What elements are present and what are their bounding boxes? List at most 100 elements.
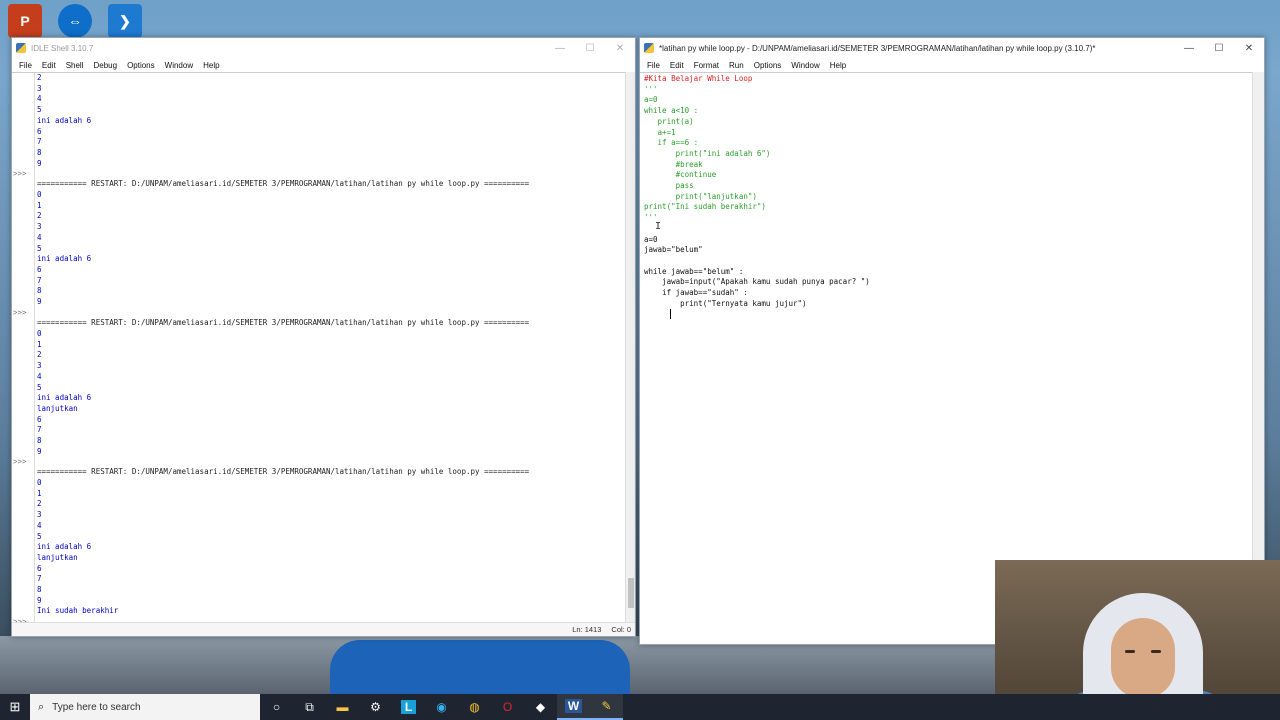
shell-output-line: 6: [37, 563, 42, 573]
menu-file[interactable]: File: [14, 61, 37, 70]
menu-window[interactable]: Window: [786, 61, 824, 70]
shell-output-line: Ini sudah berakhir: [37, 606, 119, 616]
code-line: a+=1: [644, 127, 676, 137]
status-col: Col: 0: [611, 625, 631, 634]
shell-output-line: 6: [37, 264, 42, 274]
shell-output-line: 2: [37, 499, 42, 509]
shell-output-line: ini adalah 6: [37, 542, 92, 552]
shell-output-line: 7: [37, 425, 42, 435]
python-icon: [644, 43, 654, 53]
shell-output-line: 3: [37, 83, 42, 93]
search-placeholder: Type here to search: [52, 701, 141, 713]
app-l-icon[interactable]: L: [392, 694, 425, 720]
menu-file[interactable]: File: [642, 61, 665, 70]
shell-output-line: 5: [37, 531, 42, 541]
code-line: jawab=input("Apakah kamu sudah punya pac…: [644, 277, 870, 287]
shell-output-line: 5: [37, 382, 42, 392]
presenter-face: [1111, 618, 1175, 698]
search-icon: ⌕: [38, 700, 45, 713]
menu-edit[interactable]: Edit: [37, 61, 61, 70]
shell-output-area[interactable]: 2 3 4 5 ini adalah 6 6 7 8 9 =========== RESTART:…: [12, 72, 625, 626]
shell-output-line: ini adalah 6: [37, 254, 92, 264]
editor-window[interactable]: *latihan py while loop.py - D:/UNPAM/ame…: [639, 37, 1265, 645]
code-line: a=0: [644, 95, 658, 105]
code-editor-area[interactable]: #Kita Belajar While Loop ''' a=0 while a<10…: [640, 72, 1252, 644]
menu-options[interactable]: Options: [749, 61, 787, 70]
menu-shell[interactable]: Shell: [61, 61, 89, 70]
menu-window[interactable]: Window: [160, 61, 198, 70]
shell-output-line: 7: [37, 137, 42, 147]
shell-titlebar[interactable]: IDLE Shell 3.10.7 — ☐ ✕: [12, 38, 635, 58]
editor-titlebar[interactable]: *latihan py while loop.py - D:/UNPAM/ame…: [640, 38, 1264, 58]
close-icon[interactable]: ✕: [605, 38, 635, 58]
shell-title: IDLE Shell 3.10.7: [31, 43, 94, 53]
file-explorer-icon[interactable]: ▬: [326, 694, 359, 720]
shell-scrollbar[interactable]: [625, 72, 635, 622]
shell-statusbar: Ln: 1413 Col: 0: [12, 622, 635, 636]
menu-help[interactable]: Help: [198, 61, 224, 70]
task-view-icon[interactable]: ⧉: [293, 694, 326, 720]
shell-output-line: ini adalah 6: [37, 393, 92, 403]
shell-output-line: 1: [37, 339, 42, 349]
presenter-eye-left: [1125, 650, 1135, 653]
code-line: print("Ini sudah berakhir"): [644, 202, 766, 212]
restart-banner: =========== RESTART: D:/UNPAM/ameliasari…: [37, 467, 530, 476]
shell-output-line: 5: [37, 243, 42, 253]
shell-output-line: 4: [37, 232, 42, 242]
shell-output-line: 8: [37, 436, 42, 445]
prompt-gutter: [12, 73, 35, 622]
python-idle-icon[interactable]: ✎: [590, 694, 623, 720]
edge-icon[interactable]: ◉: [425, 694, 458, 720]
shell-output-line: 6: [37, 414, 42, 424]
shell-output-line: 2: [37, 211, 42, 221]
menu-format[interactable]: Format: [689, 61, 724, 70]
shell-output-line: 8: [37, 286, 42, 296]
taskbar-search-box[interactable]: ⌕ Type here to search: [30, 694, 260, 720]
shell-output-line: 4: [37, 520, 42, 530]
editor-title: *latihan py while loop.py - D:/UNPAM/ame…: [659, 43, 1096, 53]
code-line: #break: [644, 159, 703, 169]
shell-output-line: 0: [37, 190, 42, 199]
teamviewer-desktop-icon[interactable]: ⇔: [58, 4, 92, 38]
menu-options[interactable]: Options: [122, 61, 160, 70]
cortana-icon[interactable]: ○: [260, 694, 293, 720]
powerpoint-desktop-icon[interactable]: P: [8, 4, 42, 38]
minimize-icon[interactable]: —: [1174, 38, 1204, 58]
shell-output-line: 9: [37, 446, 42, 456]
code-line: print("lanjutkan"): [644, 191, 757, 201]
windows-start-icon[interactable]: ⊞: [0, 694, 30, 720]
text-caret: [670, 309, 671, 319]
code-line: jawab="belum": [644, 245, 703, 255]
menu-help[interactable]: Help: [825, 61, 851, 70]
app-dark-icon[interactable]: ◆: [524, 694, 557, 720]
shell-output-line: 8: [37, 147, 42, 157]
shell-output-line: 7: [37, 275, 42, 285]
shell-output-line: 4: [37, 371, 42, 381]
shell-output-line: 5: [37, 105, 42, 115]
shell-output-line: 0: [37, 329, 42, 338]
shell-output-line: lanjutkan: [37, 552, 78, 562]
scrollbar-thumb[interactable]: [628, 578, 634, 608]
menu-edit[interactable]: Edit: [665, 61, 689, 70]
code-line: #Kita Belajar While Loop: [644, 74, 753, 83]
shell-output-line: 3: [37, 510, 42, 520]
chrome-icon[interactable]: ◍: [458, 694, 491, 720]
vscode-desktop-icon[interactable]: ❯: [108, 4, 142, 38]
idle-shell-window[interactable]: IDLE Shell 3.10.7 — ☐ ✕ File Edit Shell …: [11, 37, 636, 637]
maximize-icon[interactable]: ☐: [575, 38, 605, 58]
minimize-icon[interactable]: —: [545, 38, 575, 58]
opera-icon[interactable]: O: [491, 694, 524, 720]
word-icon[interactable]: W: [557, 694, 590, 720]
shell-output-line: 9: [37, 595, 42, 605]
code-line: pass: [644, 181, 694, 190]
editor-scrollbar[interactable]: [1252, 72, 1264, 644]
shell-prompt: >>>: [13, 457, 27, 466]
shell-output-line: 3: [37, 222, 42, 232]
code-line: while jawab=="belum" :: [644, 266, 744, 276]
menu-run[interactable]: Run: [724, 61, 749, 70]
menu-debug[interactable]: Debug: [88, 61, 122, 70]
settings-icon[interactable]: ⚙: [359, 694, 392, 720]
maximize-icon[interactable]: ☐: [1204, 38, 1234, 58]
close-icon[interactable]: ✕: [1234, 38, 1264, 58]
shell-output-line: 6: [37, 126, 42, 136]
